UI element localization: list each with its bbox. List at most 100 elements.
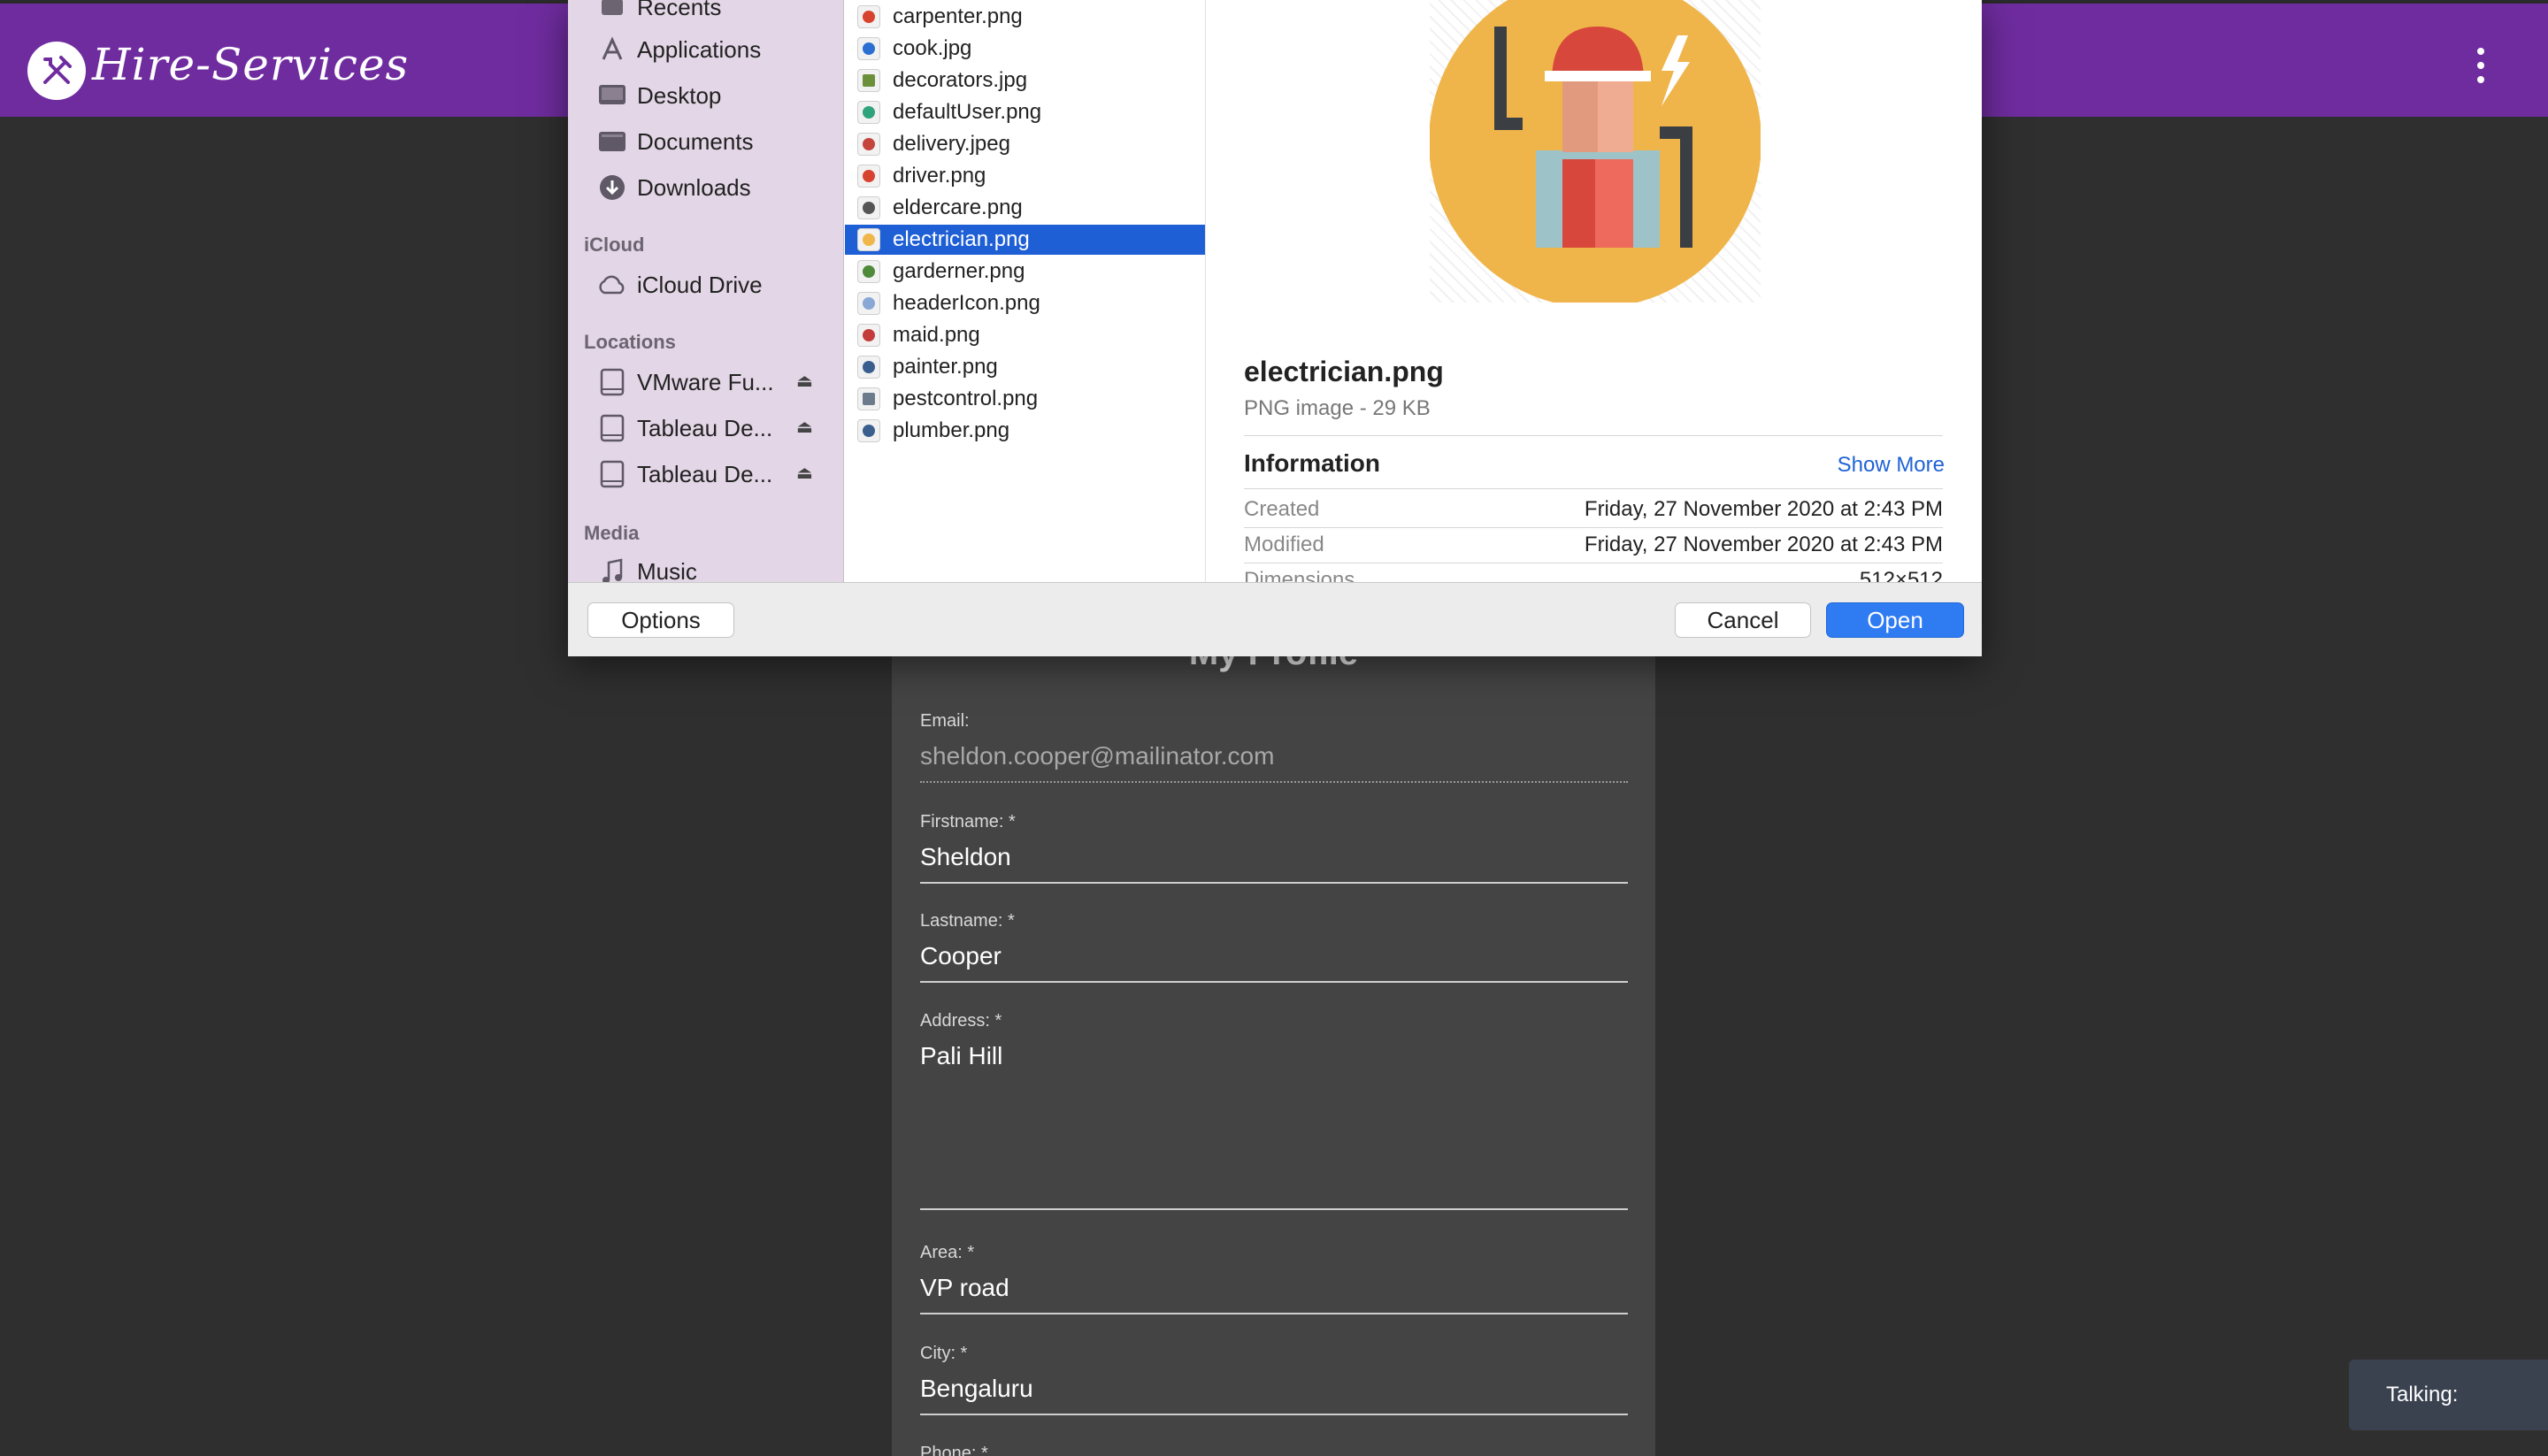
talking-indicator[interactable]: Talking: <box>2349 1360 2548 1430</box>
documents-icon <box>596 126 628 157</box>
image-file-icon <box>857 196 880 219</box>
phone-field[interactable]: Phone: * <box>920 1444 1628 1456</box>
image-file-icon <box>857 228 880 251</box>
preview-thumbnail <box>1429 0 1761 308</box>
divider <box>1244 488 1943 489</box>
cancel-button[interactable]: Cancel <box>1675 602 1811 638</box>
file-item[interactable]: delivery.jpeg <box>845 129 1205 159</box>
email-value: sheldon.cooper@mailinator.com <box>920 742 1628 783</box>
file-item[interactable]: cook.jpg <box>845 34 1205 64</box>
file-item-selected[interactable]: electrician.png <box>845 225 1205 255</box>
file-name: plumber.png <box>893 418 1010 442</box>
city-input[interactable]: Bengaluru <box>920 1375 1628 1415</box>
show-more-link[interactable]: Show More <box>1838 453 1945 478</box>
info-row-modified: Modified Friday, 27 November 2020 at 2:4… <box>1244 533 1943 557</box>
logo-tools-icon[interactable] <box>27 42 86 100</box>
sidebar-item-recents[interactable]: Recents <box>596 0 721 25</box>
file-name: maid.png <box>893 323 980 347</box>
lastname-input[interactable]: Cooper <box>920 942 1628 983</box>
file-name: painter.png <box>893 355 998 379</box>
file-item[interactable]: plumber.png <box>845 416 1205 446</box>
sidebar-item-label: iCloud Drive <box>637 271 763 298</box>
image-file-icon <box>857 324 880 347</box>
image-file-icon <box>857 37 880 60</box>
address-field[interactable]: Address: * Pali Hill <box>920 1011 1628 1210</box>
drive-icon <box>596 458 628 490</box>
music-icon <box>596 556 628 582</box>
lastname-field[interactable]: Lastname: * Cooper <box>920 911 1628 983</box>
file-item[interactable]: driver.png <box>845 161 1205 191</box>
open-button[interactable]: Open <box>1826 602 1964 638</box>
applications-icon <box>596 34 628 65</box>
firstname-input[interactable]: Sheldon <box>920 843 1628 884</box>
sidebar-item-location-3[interactable]: Tableau De... <box>596 456 772 492</box>
file-name: headerIcon.png <box>893 291 1040 315</box>
sidebar-item-label: VMware Fu... <box>637 368 774 395</box>
sidebar-item-label: Downloads <box>637 173 751 201</box>
file-list: carpenter.png cook.jpg decorators.jpg de… <box>845 0 1206 582</box>
electrician-image <box>1429 0 1761 308</box>
info-key: Modified <box>1244 533 1324 556</box>
file-item[interactable]: maid.png <box>845 320 1205 350</box>
file-name: driver.png <box>893 164 986 188</box>
options-button[interactable]: Options <box>587 602 734 638</box>
file-item[interactable]: carpenter.png <box>845 2 1205 32</box>
file-name: decorators.jpg <box>893 68 1028 92</box>
file-item[interactable]: painter.png <box>845 352 1205 382</box>
sidebar-item-documents[interactable]: Documents <box>596 124 754 159</box>
file-open-dialog: Recents Applications Desktop Documents D… <box>568 0 1982 656</box>
file-item[interactable]: eldercare.png <box>845 193 1205 223</box>
lastname-label: Lastname: * <box>920 911 1015 931</box>
info-value: Friday, 27 November 2020 at 2:43 PM <box>1584 533 1943 556</box>
preview-pane: electrician.png PNG image - 29 KB Inform… <box>1207 0 1982 582</box>
sidebar-heading-icloud: iCloud <box>584 234 645 256</box>
info-value: 512×512 <box>1859 568 1943 582</box>
image-file-icon <box>857 69 880 92</box>
file-name: electrician.png <box>893 227 1030 251</box>
area-field[interactable]: Area: * VP road <box>920 1243 1628 1314</box>
divider <box>1244 527 1943 528</box>
preview-kind: PNG image - 29 KB <box>1244 396 1431 420</box>
eject-icon[interactable]: ⏏ <box>796 462 813 484</box>
brand-name[interactable]: Hire-Services <box>92 39 409 90</box>
eject-icon[interactable]: ⏏ <box>796 370 813 392</box>
file-name: garderner.png <box>893 259 1025 283</box>
dialog-footer: Options Cancel Open <box>568 582 1982 656</box>
image-file-icon <box>857 5 880 28</box>
sidebar-heading-media: Media <box>584 522 640 544</box>
firstname-field[interactable]: Firstname: * Sheldon <box>920 812 1628 884</box>
download-icon <box>596 172 628 203</box>
city-field[interactable]: City: * Bengaluru <box>920 1344 1628 1415</box>
sidebar-item-location-2[interactable]: Tableau De... <box>596 410 772 446</box>
image-file-icon <box>857 101 880 124</box>
image-file-icon <box>857 356 880 379</box>
info-key: Dimensions <box>1244 568 1355 582</box>
sidebar-item-music[interactable]: Music <box>596 554 697 582</box>
sidebar-item-label: Applications <box>637 35 762 63</box>
file-item[interactable]: garderner.png <box>845 257 1205 287</box>
image-file-icon <box>857 292 880 315</box>
more-menu-icon[interactable] <box>2472 48 2490 83</box>
file-item[interactable]: headerIcon.png <box>845 288 1205 318</box>
clock-icon <box>596 0 628 23</box>
file-name: cook.jpg <box>893 36 972 60</box>
image-file-icon <box>857 165 880 188</box>
address-textarea[interactable]: Pali Hill <box>920 1042 1628 1210</box>
file-name: pestcontrol.png <box>893 387 1039 410</box>
desktop-icon <box>596 80 628 111</box>
file-item[interactable]: defaultUser.png <box>845 97 1205 127</box>
drive-icon <box>596 366 628 398</box>
sidebar-item-downloads[interactable]: Downloads <box>596 170 751 205</box>
file-name: delivery.jpeg <box>893 132 1010 156</box>
area-input[interactable]: VP road <box>920 1274 1628 1314</box>
sidebar-item-location-1[interactable]: VMware Fu... <box>596 364 774 400</box>
sidebar-item-applications[interactable]: Applications <box>596 32 761 67</box>
sidebar-item-icloud-drive[interactable]: iCloud Drive <box>596 267 763 303</box>
divider <box>1244 435 1943 436</box>
file-item[interactable]: decorators.jpg <box>845 65 1205 96</box>
sidebar-item-desktop[interactable]: Desktop <box>596 78 721 113</box>
profile-form: My Profile Email: sheldon.cooper@mailina… <box>892 619 1655 1456</box>
file-item[interactable]: pestcontrol.png <box>845 384 1205 414</box>
preview-filename: electrician.png <box>1244 356 1444 387</box>
eject-icon[interactable]: ⏏ <box>796 416 813 438</box>
